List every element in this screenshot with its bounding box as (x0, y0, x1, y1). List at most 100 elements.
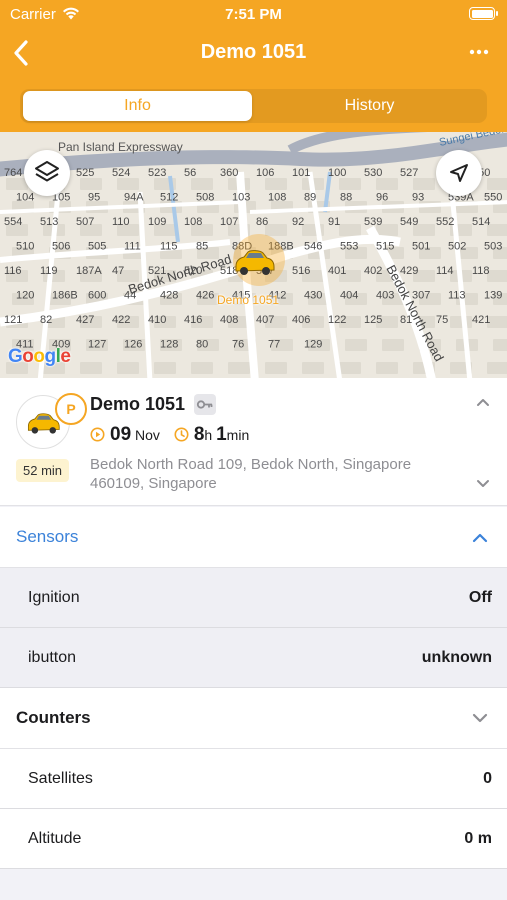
locate-button[interactable] (436, 150, 482, 196)
block-number-label: 426 (196, 290, 214, 302)
block-number-label: 116 (4, 265, 22, 277)
date-month: Nov (135, 427, 160, 443)
counter-label: Satellites (28, 770, 93, 787)
block-number-label: 95 (88, 192, 100, 204)
more-button[interactable] (467, 42, 491, 62)
map-layers-button[interactable] (24, 150, 70, 196)
vehicle-map-label: Demo 1051 (217, 293, 280, 307)
block-number-label: 92 (292, 216, 304, 228)
block-number-label: 85 (196, 241, 208, 253)
block-number-label: 108 (184, 216, 202, 228)
more-icon (469, 49, 489, 55)
header: Carrier 7:51 PM Demo 1051 Info History (0, 0, 507, 132)
block-number-label: 77 (268, 339, 280, 351)
block-number-label: 76 (232, 339, 244, 351)
block-number-label: 410 (148, 314, 166, 326)
chevron-up-icon[interactable] (475, 396, 491, 408)
clock-icon (174, 427, 189, 442)
block-number-label: 539 (364, 216, 382, 228)
elapsed-hours: 8 (193, 424, 205, 445)
map-view[interactable]: Pan Island Expressway Bedok North Road B… (0, 132, 507, 378)
block-number-label: 113 (448, 290, 466, 302)
block-number-label: 429 (400, 265, 418, 277)
block-number-label: 111 (124, 241, 141, 253)
counter-row-altitude: Altitude 0 m (0, 809, 507, 869)
counter-value: 0 (483, 770, 492, 787)
block-number-label: 129 (304, 339, 322, 351)
counter-row-satellites: Satellites 0 (0, 749, 507, 809)
block-number-label: 404 (340, 290, 358, 302)
counter-value: 0 m (464, 830, 492, 847)
tab-history[interactable]: History (255, 91, 484, 121)
block-number-label: 186B (52, 290, 78, 302)
block-number-label: 402 (364, 265, 382, 277)
block-number-label: 600 (88, 290, 106, 302)
locate-icon (450, 164, 468, 182)
block-number-label: 514 (472, 216, 490, 228)
block-number-label: 523 (148, 167, 166, 179)
block-number-label: 406 (292, 314, 310, 326)
nav-bar: Demo 1051 (0, 28, 507, 78)
time-row: 09 Nov 8h 1min (90, 424, 249, 446)
parking-badge: P (55, 393, 87, 425)
elapsed-minutes-unit: min (226, 427, 250, 443)
block-number-label: 91 (328, 216, 340, 228)
block-number-label: 421 (472, 314, 490, 326)
block-number-label: 127 (88, 339, 106, 351)
block-number-label: 100 (328, 167, 346, 179)
tab-segment: Info History (20, 89, 487, 123)
block-number-label: 401 (328, 265, 346, 277)
counter-label: Altitude (28, 830, 82, 847)
block-number-label: 118 (472, 265, 490, 277)
block-number-label: 75 (436, 314, 448, 326)
counters-section-header[interactable]: Counters (0, 688, 507, 749)
chevron-down-icon (472, 713, 488, 723)
block-number-label: 516 (292, 265, 310, 277)
block-number-label: 416 (184, 314, 202, 326)
block-number-label: 546 (304, 241, 322, 253)
block-number-label: 44 (124, 290, 136, 302)
block-number-label: 96 (376, 192, 388, 204)
block-number-label: 527 (400, 167, 418, 179)
block-number-label: 422 (112, 314, 130, 326)
page-title: Demo 1051 (200, 41, 307, 63)
block-number-label: 360 (220, 167, 238, 179)
block-number-label: 513 (40, 216, 58, 228)
block-number-label: 94A (124, 192, 144, 204)
block-number-label: 510 (16, 241, 34, 253)
block-number-label: 86 (256, 216, 268, 228)
block-number-label: 56 (184, 167, 196, 179)
block-number-label: 125 (364, 314, 382, 326)
tab-info[interactable]: Info (23, 91, 252, 121)
block-number-label: 307 (412, 290, 430, 302)
sensor-row-ignition: Ignition Off (0, 568, 507, 628)
block-number-label: 88 (340, 192, 352, 204)
sensors-section-header[interactable]: Sensors (0, 507, 507, 568)
block-number-label: 120 (16, 290, 34, 302)
car-icon[interactable] (232, 246, 276, 278)
block-number-label: 115 (160, 241, 178, 253)
block-number-label: 110 (112, 216, 130, 228)
block-number-label: 501 (412, 241, 430, 253)
block-number-label: 525 (76, 167, 94, 179)
block-number-label: 93 (412, 192, 424, 204)
block-number-label: 101 (292, 167, 310, 179)
block-number-label: 508 (196, 192, 214, 204)
block-number-label: 520 (184, 265, 202, 277)
block-number-label: 109 (148, 216, 166, 228)
block-number-label: 121 (4, 314, 22, 326)
block-number-label: 550 (484, 192, 502, 204)
block-number-label: 122 (328, 314, 346, 326)
block-number-label: 505 (88, 241, 106, 253)
vehicle-card[interactable]: P 52 min Demo 1051 09 Nov 8h 1min Bedok … (0, 378, 507, 506)
block-number-label: 764 (4, 167, 22, 179)
block-number-label: 408 (220, 314, 238, 326)
chevron-up-icon (472, 533, 488, 543)
block-number-label: 107 (220, 216, 238, 228)
block-number-label: 506 (52, 241, 70, 253)
status-time: 7:51 PM (225, 6, 282, 23)
chevron-down-icon[interactable] (475, 478, 491, 490)
block-number-label: 521 (148, 265, 166, 277)
key-icon (194, 394, 216, 415)
google-logo: Google (8, 346, 71, 367)
